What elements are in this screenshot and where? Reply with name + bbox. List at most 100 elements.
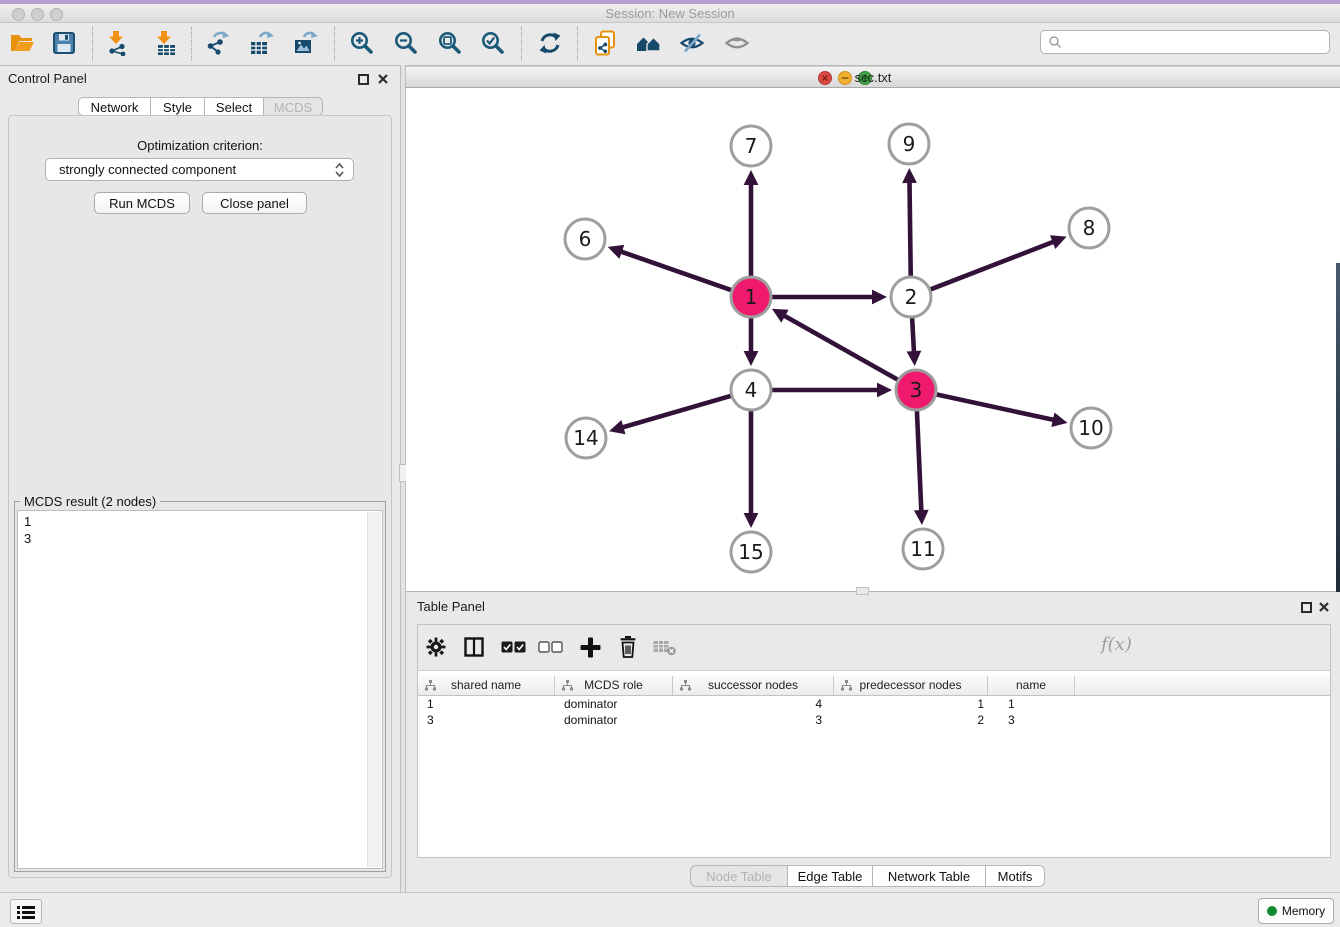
toggle-column-panel-button[interactable] — [458, 631, 490, 663]
graph-edge-4-14[interactable] — [622, 392, 746, 428]
table-cell: dominator — [555, 696, 673, 712]
table-cell: 3 — [673, 712, 834, 728]
table-cell: 1 — [418, 696, 555, 712]
tab-motifs[interactable]: Motifs — [985, 865, 1045, 887]
add-icon — [580, 637, 601, 658]
table-row[interactable]: 1dominator411 — [418, 696, 1330, 712]
import-table-button[interactable] — [149, 26, 183, 60]
mcds-result-area[interactable]: 1 3 — [17, 510, 383, 869]
table-settings-button[interactable] — [420, 631, 452, 663]
table-panel-close-button[interactable] — [1318, 601, 1330, 613]
zoom-fit-button[interactable] — [433, 26, 467, 60]
column-header-mcds-role[interactable]: MCDS role — [555, 676, 673, 695]
import-network-button[interactable] — [101, 26, 135, 60]
column-header-name[interactable]: name — [988, 676, 1075, 695]
save-session-button[interactable] — [47, 26, 81, 60]
node-table: f(x) shared name MCDS role s — [417, 624, 1331, 858]
control-panel-title: Control Panel — [8, 71, 87, 86]
export-image-button[interactable] — [289, 26, 323, 60]
graph-node-label: 10 — [1078, 416, 1103, 440]
table-row[interactable]: 3dominator323 — [418, 712, 1330, 728]
column-header-successor-nodes[interactable]: successor nodes — [673, 676, 834, 695]
export-image-icon — [293, 30, 319, 56]
graph-edge-arrowhead — [914, 510, 929, 525]
function-builder-button[interactable]: f(x) — [1101, 634, 1132, 655]
tab-network-table[interactable]: Network Table — [872, 865, 986, 887]
select-all-button[interactable] — [497, 631, 529, 663]
home-button[interactable] — [632, 26, 666, 60]
control-panel-close-button[interactable] — [377, 73, 389, 85]
graph-edge-3-11[interactable] — [916, 396, 921, 512]
column-header-shared-name[interactable]: shared name — [418, 676, 555, 695]
graph-edge-arrowhead — [744, 513, 759, 528]
zoom-selected-button[interactable] — [476, 26, 510, 60]
search-box[interactable] — [1040, 30, 1330, 54]
table-cell: 1 — [834, 696, 988, 712]
open-folder-icon — [9, 30, 35, 56]
graph-edge-3-10[interactable] — [922, 391, 1055, 420]
memory-button[interactable]: Memory — [1258, 898, 1334, 924]
delete-table-button[interactable] — [649, 631, 681, 663]
network-splitter-handle[interactable] — [856, 587, 869, 595]
delete-column-button[interactable] — [612, 631, 644, 663]
export-table-icon — [249, 30, 275, 56]
task-history-button[interactable] — [10, 899, 42, 924]
search-input[interactable] — [1066, 34, 1329, 50]
add-column-button[interactable] — [574, 631, 606, 663]
refresh-button[interactable] — [533, 26, 567, 60]
zoom-in-button[interactable] — [345, 26, 379, 60]
graph-edge-2-8[interactable] — [917, 241, 1055, 294]
show-graphics-button[interactable] — [720, 26, 754, 60]
control-panel-float-button[interactable] — [358, 74, 369, 85]
tab-style[interactable]: Style — [150, 97, 205, 116]
toolbar-separator — [191, 27, 192, 61]
graph-edge-arrowhead — [872, 290, 887, 305]
mcds-result-scrollbar[interactable] — [367, 512, 381, 867]
tab-select[interactable]: Select — [204, 97, 264, 116]
graph-edge-arrowhead — [902, 168, 917, 183]
graph-edge-3-1[interactable] — [783, 315, 911, 387]
table-toolbar: f(x) — [418, 625, 1330, 671]
tab-network[interactable]: Network — [78, 97, 151, 116]
graph-edge-arrowhead — [877, 383, 892, 398]
zoom-out-button[interactable] — [389, 26, 423, 60]
table-header: shared name MCDS role successor nodes — [418, 676, 1330, 696]
network-window-titlebar: scc.txt — [406, 66, 1340, 88]
tab-mcds[interactable]: MCDS — [263, 97, 323, 116]
new-network-from-selection-button[interactable] — [588, 26, 622, 60]
zoom-fit-icon — [437, 30, 463, 56]
graph-edge-arrowhead — [1051, 412, 1067, 426]
status-bar: Memory — [0, 892, 1340, 927]
export-table-button[interactable] — [245, 26, 279, 60]
optimization-criterion-select[interactable]: strongly connected component — [45, 158, 354, 181]
graph-edge-arrowhead — [744, 170, 759, 185]
network-canvas[interactable]: 1234678910111415 — [406, 88, 1340, 592]
optimization-criterion-value: strongly connected component — [59, 162, 236, 177]
hide-graphics-icon — [679, 30, 705, 56]
zoom-out-icon — [393, 30, 419, 56]
refresh-icon — [537, 30, 563, 56]
toolbar-separator — [92, 27, 93, 61]
graph-edge-2-9[interactable] — [909, 181, 910, 291]
hide-graphics-button[interactable] — [675, 26, 709, 60]
toolbar-separator — [334, 27, 335, 61]
network-graph[interactable]: 1234678910111415 — [406, 88, 1340, 592]
graph-node-label: 8 — [1083, 216, 1096, 240]
home-icon — [635, 30, 663, 56]
tab-node-table[interactable]: Node Table — [690, 865, 788, 887]
graph-edge-1-6[interactable] — [620, 251, 745, 295]
table-tabs: Node Table Edge Table Network Table Moti… — [0, 865, 1340, 887]
deselect-all-button[interactable] — [534, 631, 566, 663]
window-title: Session: New Session — [0, 6, 1340, 21]
export-network-button[interactable] — [201, 26, 235, 60]
network-window-title: scc.txt — [406, 70, 1340, 85]
column-header-predecessor-nodes[interactable]: predecessor nodes — [834, 676, 988, 695]
delete-table-icon — [653, 638, 677, 656]
optimization-criterion-label: Optimization criterion: — [0, 138, 400, 153]
run-mcds-button[interactable]: Run MCDS — [94, 192, 190, 214]
open-session-button[interactable] — [5, 26, 39, 60]
close-panel-button[interactable]: Close panel — [202, 192, 307, 214]
table-panel-float-button[interactable] — [1301, 602, 1312, 613]
graph-node-label: 2 — [905, 285, 918, 309]
tab-edge-table[interactable]: Edge Table — [787, 865, 873, 887]
